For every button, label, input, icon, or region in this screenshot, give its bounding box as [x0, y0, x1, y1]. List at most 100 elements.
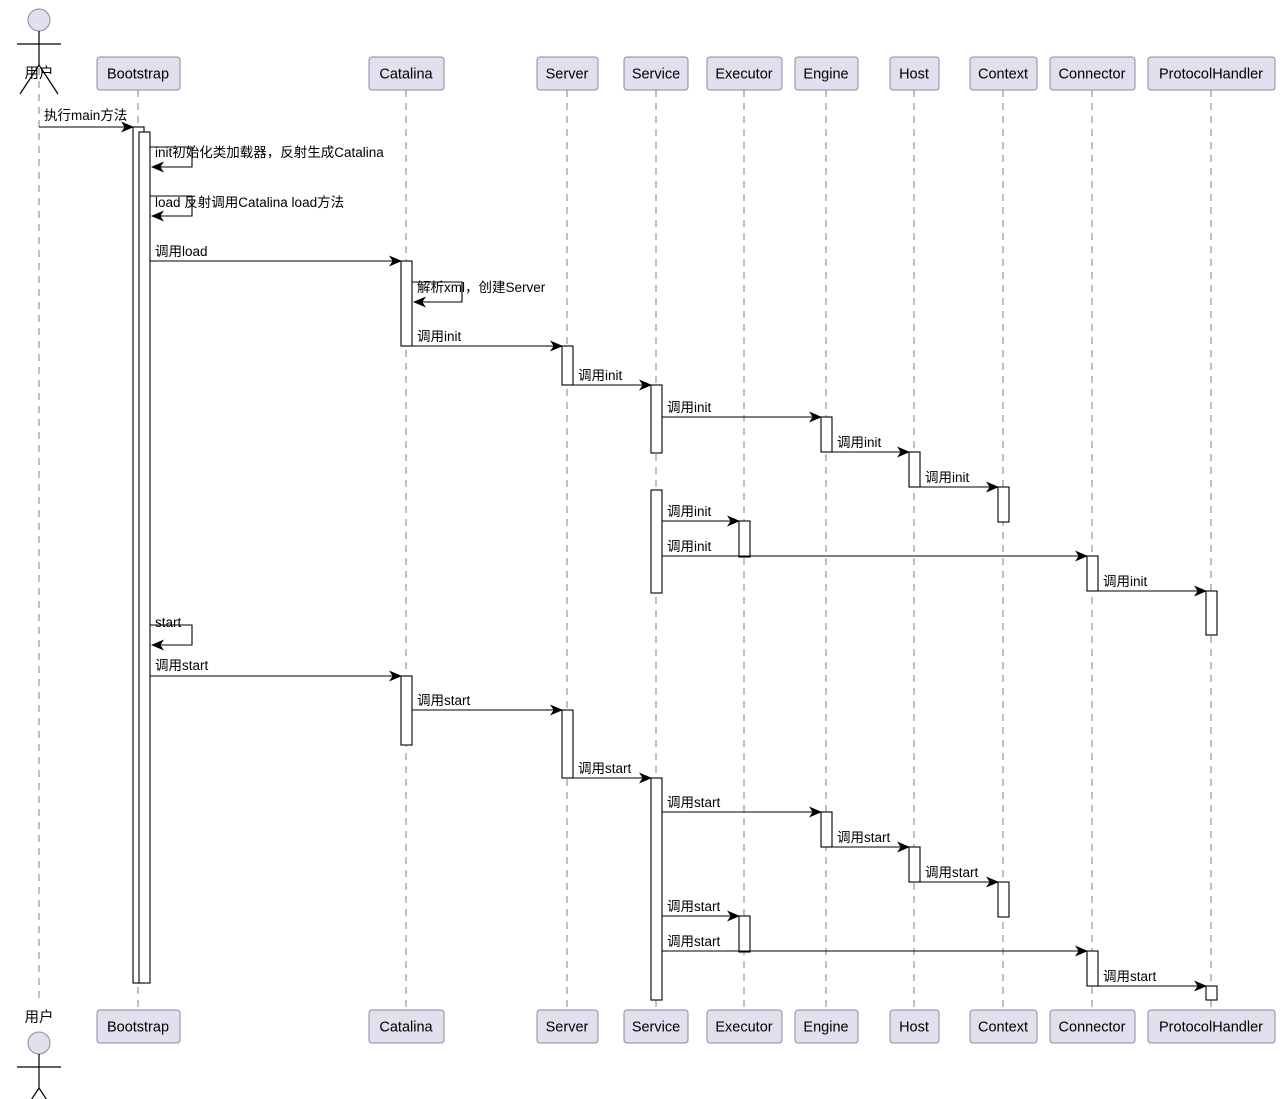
message-label-msg-7: 调用init [578, 368, 623, 383]
participant-label-host: Host [899, 66, 929, 82]
activation-act-service-start-1 [650, 777, 663, 1001]
activation-act-host-start [908, 846, 921, 883]
activation-act-executor-start [738, 915, 751, 953]
participant-label-executor: Executor [715, 1019, 772, 1035]
participant-label-protocolhandler: ProtocolHandler [1159, 66, 1263, 82]
participant-host-bottom[interactable]: Host [889, 1009, 940, 1044]
message-msg-19[interactable]: 调用start [832, 830, 910, 853]
message-label-msg-22: 调用start [667, 934, 721, 949]
user-actor-bottom[interactable]: 用户 [17, 1009, 61, 1099]
messages-layer: 执行main方法 init初始化类加载器，反射生成Catalina load 反射调… [39, 108, 1207, 992]
message-msg-6[interactable]: 调用init [412, 329, 563, 352]
activation-act-server-start [561, 709, 574, 779]
participant-label-server: Server [546, 66, 589, 82]
participant-executor-top[interactable]: Executor [706, 56, 783, 91]
participant-label-catalina: Catalina [379, 1019, 433, 1035]
message-msg-7[interactable]: 调用init [573, 368, 652, 391]
message-label-msg-13: 调用init [1103, 574, 1148, 589]
participant-service-bottom[interactable]: Service [623, 1009, 689, 1044]
message-msg-15[interactable]: 调用start [150, 658, 402, 682]
participant-protocolhandler-top[interactable]: ProtocolHandler [1147, 56, 1276, 91]
participant-label-context: Context [978, 66, 1028, 82]
user-actor-top[interactable]: 用户 [17, 8, 61, 95]
participant-catalina-bottom[interactable]: Catalina [368, 1009, 445, 1044]
message-msg-2[interactable]: init初始化类加载器，反射生成Catalina [150, 144, 384, 173]
message-msg-16[interactable]: 调用start [412, 693, 563, 716]
participant-executor-bottom[interactable]: Executor [706, 1009, 783, 1044]
actor-label-bottom: 用户 [25, 1009, 54, 1026]
message-msg-23[interactable]: 调用start [1098, 969, 1207, 992]
participant-label-host: Host [899, 1019, 929, 1035]
message-msg-11[interactable]: 调用init [662, 504, 740, 527]
participant-label-bootstrap: Bootstrap [107, 66, 169, 82]
activation-act-host-init [908, 451, 921, 488]
participant-bootstrap-bottom[interactable]: Bootstrap [96, 1009, 181, 1044]
message-msg-20[interactable]: 调用start [920, 865, 999, 888]
message-msg-17[interactable]: 调用start [573, 761, 652, 784]
participant-label-context: Context [978, 1019, 1028, 1035]
message-label-msg-3: load 反射调用Catalina load方法 [155, 195, 344, 210]
message-label-msg-5: 解析xml，创建Server [417, 280, 546, 295]
message-msg-1[interactable]: 执行main方法 [39, 108, 134, 133]
activation-act-service-init-1 [650, 384, 663, 454]
participant-context-top[interactable]: Context [969, 56, 1038, 91]
message-msg-4[interactable]: 调用load [150, 244, 402, 267]
activation-act-engine-init [820, 416, 833, 453]
message-label-msg-18: 调用start [667, 795, 721, 810]
participant-connector-top[interactable]: Connector [1049, 56, 1136, 91]
participant-engine-top[interactable]: Engine [794, 56, 859, 91]
participant-label-protocolhandler: ProtocolHandler [1159, 1019, 1263, 1035]
message-label-msg-20: 调用start [925, 865, 979, 880]
participant-bootstrap-top[interactable]: Bootstrap [96, 56, 181, 91]
activation-act-context-init [997, 486, 1010, 523]
actor-leg-right [38, 1087, 47, 1099]
message-msg-18[interactable]: 调用start [662, 795, 822, 818]
participant-label-engine: Engine [803, 66, 848, 82]
message-label-msg-11: 调用init [667, 504, 712, 519]
activations-layer [132, 126, 1218, 1001]
participant-service-top[interactable]: Service [623, 56, 689, 91]
activation-act-protocol-start [1205, 985, 1218, 1001]
message-msg-12[interactable]: 调用init [662, 539, 1088, 562]
activation-act-protocol-init [1205, 590, 1218, 636]
sequence-diagram: 执行main方法 init初始化类加载器，反射生成Catalina load 反射调… [0, 0, 1280, 1099]
participant-catalina-top[interactable]: Catalina [368, 56, 445, 91]
activation-act-catalina-load [400, 260, 413, 347]
participant-server-top[interactable]: Server [536, 56, 599, 91]
participant-protocolhandler-bottom[interactable]: ProtocolHandler [1147, 1009, 1276, 1044]
message-msg-3[interactable]: load 反射调用Catalina load方法 [150, 195, 344, 222]
participant-label-executor: Executor [715, 66, 772, 82]
message-msg-8[interactable]: 调用init [662, 400, 822, 423]
message-msg-21[interactable]: 调用start [662, 899, 740, 922]
participant-host-top[interactable]: Host [889, 56, 940, 91]
activation-act-service-init-2 [650, 489, 663, 594]
actor-head-icon [27, 8, 51, 32]
message-label-msg-4: 调用load [155, 244, 208, 259]
message-label-msg-16: 调用start [417, 693, 471, 708]
participant-server-bottom[interactable]: Server [536, 1009, 599, 1044]
message-label-msg-1: 执行main方法 [44, 108, 127, 123]
participant-label-engine: Engine [803, 1019, 848, 1035]
message-msg-9[interactable]: 调用init [832, 435, 910, 458]
message-msg-22[interactable]: 调用start [662, 934, 1088, 957]
message-msg-14[interactable]: start [150, 615, 193, 651]
message-label-msg-15: 调用start [155, 658, 209, 673]
activation-act-server-init [561, 345, 574, 386]
participant-engine-bottom[interactable]: Engine [794, 1009, 859, 1044]
message-label-msg-8: 调用init [667, 400, 712, 415]
activation-act-engine-start [820, 811, 833, 848]
participant-context-bottom[interactable]: Context [969, 1009, 1038, 1044]
message-msg-5[interactable]: 解析xml，创建Server [412, 280, 546, 308]
participant-label-connector: Connector [1059, 66, 1126, 82]
message-label-msg-6: 调用init [417, 329, 462, 344]
message-label-msg-2: init初始化类加载器，反射生成Catalina [155, 144, 384, 160]
participant-connector-bottom[interactable]: Connector [1049, 1009, 1136, 1044]
message-label-msg-21: 调用start [667, 899, 721, 914]
message-label-msg-23: 调用start [1103, 969, 1157, 984]
message-msg-10[interactable]: 调用init [920, 470, 999, 493]
actor-head-icon [27, 1031, 51, 1055]
participant-label-service: Service [632, 66, 680, 82]
message-label-msg-17: 调用start [578, 761, 632, 776]
message-label-msg-10: 调用init [925, 470, 970, 485]
message-msg-13[interactable]: 调用init [1098, 574, 1207, 597]
